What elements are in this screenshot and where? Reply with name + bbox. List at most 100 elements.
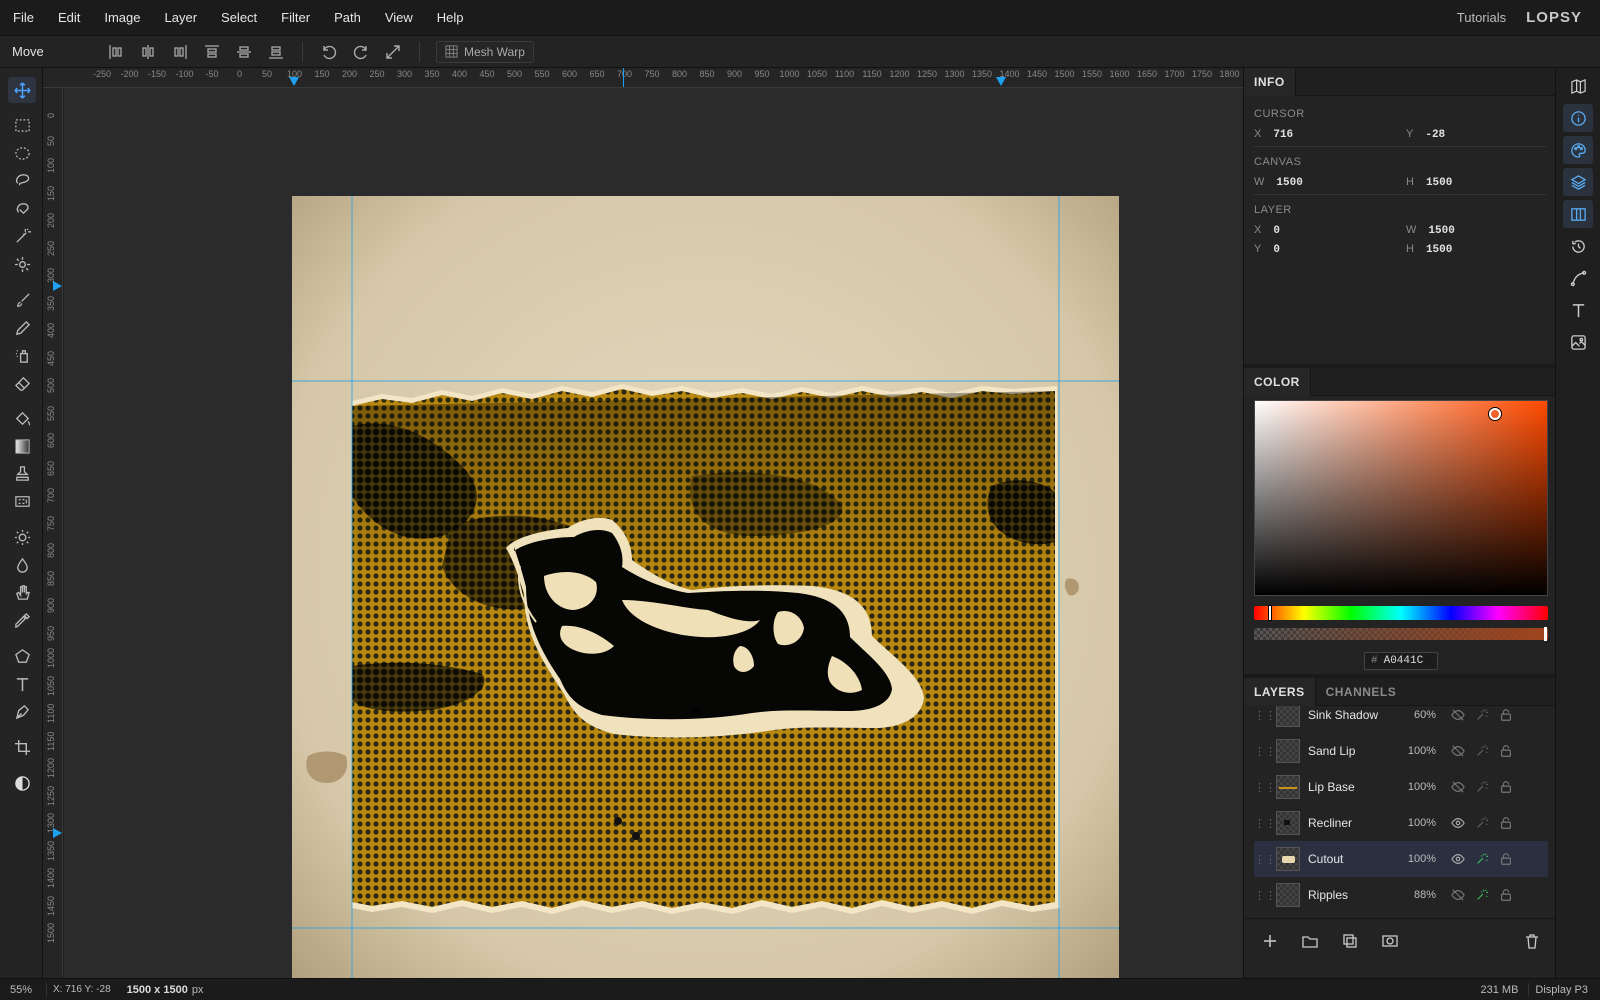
document-canvas[interactable]	[292, 196, 1119, 978]
layer-lock-toggle[interactable]	[1494, 708, 1518, 722]
gradient-tool[interactable]	[8, 433, 36, 459]
zoom-level[interactable]: 55%	[0, 984, 46, 996]
blur-tool[interactable]	[8, 552, 36, 578]
canvas-viewport[interactable]	[64, 88, 1244, 978]
channels-panel-button[interactable]	[1563, 200, 1593, 228]
fill-tool[interactable]	[8, 405, 36, 431]
color-picker-handle[interactable]	[1489, 408, 1501, 420]
info-panel-button[interactable]	[1563, 104, 1593, 132]
layer-row[interactable]: ⋮⋮ Lip Base 100%	[1254, 769, 1548, 805]
visibility-toggle[interactable]	[1446, 780, 1470, 794]
drag-handle-icon[interactable]: ⋮⋮	[1254, 745, 1276, 758]
lasso-tool[interactable]	[8, 167, 36, 193]
vertical-ruler[interactable]: 0 50 100 150 200 250 300 350 400 450 500 550 600 650 7…	[43, 88, 63, 978]
menu-path[interactable]: Path	[321, 0, 372, 36]
drag-handle-icon[interactable]: ⋮⋮	[1254, 889, 1276, 902]
smudge-tool[interactable]	[8, 579, 36, 605]
tab-channels[interactable]: CHANNELS	[1316, 678, 1407, 706]
rotate-ccw-button[interactable]	[313, 38, 345, 66]
hue-slider[interactable]	[1254, 605, 1548, 621]
ruler-guide-marker[interactable]	[996, 77, 1006, 86]
layer-lock-toggle[interactable]	[1494, 852, 1518, 866]
duplicate-layer-button[interactable]	[1334, 927, 1366, 955]
align-top-button[interactable]	[196, 38, 228, 66]
clone-stamp-tool[interactable]	[8, 460, 36, 486]
align-hcenter-button[interactable]	[132, 38, 164, 66]
drag-handle-icon[interactable]: ⋮⋮	[1254, 817, 1276, 830]
menu-file[interactable]: File	[0, 0, 45, 36]
layer-lock-toggle[interactable]	[1494, 780, 1518, 794]
layer-row[interactable]: ⋮⋮ Recliner 100%	[1254, 805, 1548, 841]
paths-panel-button[interactable]	[1563, 264, 1593, 292]
layer-effects-toggle[interactable]	[1470, 708, 1494, 722]
airbrush-tool[interactable]	[8, 342, 36, 368]
quick-select-tool[interactable]	[8, 251, 36, 277]
layer-row[interactable]: ⋮⋮ Cutout 100%	[1254, 841, 1548, 877]
color-panel-button[interactable]	[1563, 136, 1593, 164]
visibility-toggle[interactable]	[1446, 744, 1470, 758]
navigator-button[interactable]	[1563, 72, 1593, 100]
rect-select-tool[interactable]	[8, 112, 36, 138]
align-left-button[interactable]	[100, 38, 132, 66]
text-tool[interactable]	[8, 671, 36, 697]
menu-edit[interactable]: Edit	[45, 0, 91, 36]
new-group-button[interactable]	[1294, 927, 1326, 955]
pen-tool[interactable]	[8, 698, 36, 724]
layers-panel-button[interactable]	[1563, 168, 1593, 196]
align-vcenter-button[interactable]	[228, 38, 260, 66]
visibility-toggle[interactable]	[1446, 852, 1470, 866]
brush-tool[interactable]	[8, 287, 36, 313]
move-tool[interactable]	[8, 77, 36, 103]
layer-row[interactable]: ⋮⋮ Sand Lip 100%	[1254, 733, 1548, 769]
align-right-button[interactable]	[164, 38, 196, 66]
layer-list[interactable]: ⋮⋮ Sink Shadow 60% ⋮⋮ Sand Lip 100% ⋮⋮ Lip Base…	[1244, 706, 1556, 918]
menu-help[interactable]: Help	[424, 0, 475, 36]
menu-image[interactable]: Image	[91, 0, 151, 36]
ellipse-select-tool[interactable]	[8, 140, 36, 166]
ruler-guide-marker[interactable]	[53, 281, 62, 291]
horizontal-ruler[interactable]: -250 -200 -150 -100 -50 0 50 100 150 200 250 300 350…	[43, 68, 1243, 88]
visibility-toggle[interactable]	[1446, 888, 1470, 902]
visibility-toggle[interactable]	[1446, 708, 1470, 722]
eraser-tool[interactable]	[8, 370, 36, 396]
menu-filter[interactable]: Filter	[268, 0, 321, 36]
character-panel-button[interactable]	[1563, 296, 1593, 324]
shape-tool[interactable]	[8, 643, 36, 669]
contrast-toggle[interactable]	[8, 770, 36, 796]
hue-slider-handle[interactable]	[1268, 605, 1272, 621]
eyedropper-tool[interactable]	[8, 607, 36, 633]
mesh-warp-button[interactable]: Mesh Warp	[436, 40, 534, 63]
alpha-slider-handle[interactable]	[1544, 627, 1547, 641]
hex-input[interactable]: # A0441C	[1364, 652, 1438, 670]
dodge-tool[interactable]	[8, 524, 36, 550]
layer-row[interactable]: ⋮⋮ Ripples 88%	[1254, 877, 1548, 913]
layer-row[interactable]: ⋮⋮ Sink Shadow 60%	[1254, 706, 1548, 733]
menu-select[interactable]: Select	[208, 0, 268, 36]
tutorials-link[interactable]: Tutorials	[1457, 10, 1506, 25]
layer-effects-toggle[interactable]	[1470, 816, 1494, 830]
expand-button[interactable]	[377, 38, 409, 66]
history-panel-button[interactable]	[1563, 232, 1593, 260]
new-layer-button[interactable]	[1254, 927, 1286, 955]
layer-lock-toggle[interactable]	[1494, 888, 1518, 902]
align-bottom-button[interactable]	[260, 38, 292, 66]
ruler-guide-marker[interactable]	[53, 828, 62, 838]
layer-lock-toggle[interactable]	[1494, 816, 1518, 830]
visibility-toggle[interactable]	[1446, 816, 1470, 830]
drag-handle-icon[interactable]: ⋮⋮	[1254, 781, 1276, 794]
image-panel-button[interactable]	[1563, 328, 1593, 356]
ruler-guide-marker[interactable]	[289, 77, 299, 86]
magic-wand-tool[interactable]	[8, 223, 36, 249]
alpha-slider[interactable]	[1254, 627, 1548, 641]
rotate-cw-button[interactable]	[345, 38, 377, 66]
saturation-value-picker[interactable]	[1254, 400, 1548, 596]
drag-handle-icon[interactable]: ⋮⋮	[1254, 853, 1276, 866]
pencil-tool[interactable]	[8, 315, 36, 341]
tab-layers[interactable]: LAYERS	[1244, 677, 1316, 706]
drag-handle-icon[interactable]: ⋮⋮	[1254, 709, 1276, 722]
tab-color[interactable]: COLOR	[1244, 367, 1311, 396]
magnetic-lasso-tool[interactable]	[8, 195, 36, 221]
delete-layer-button[interactable]	[1516, 927, 1548, 955]
layer-effects-toggle[interactable]	[1470, 888, 1494, 902]
menu-layer[interactable]: Layer	[152, 0, 209, 36]
